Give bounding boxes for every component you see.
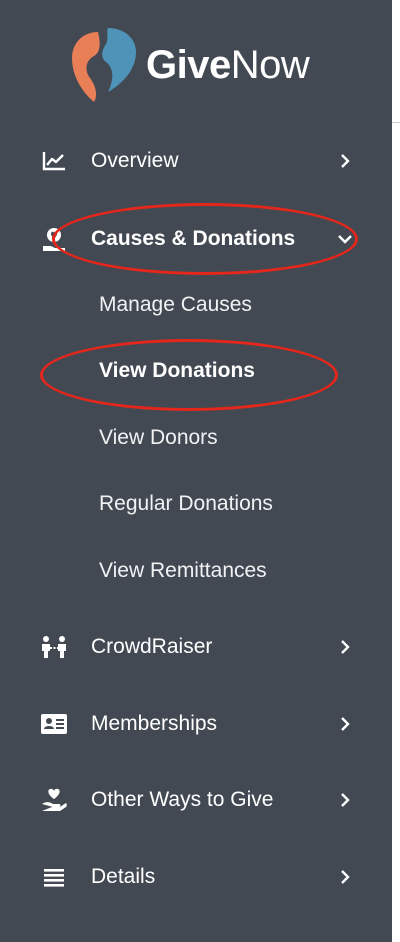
sub-label-manage-causes: Manage Causes [99, 293, 252, 316]
brand-name: GiveNow [146, 42, 310, 88]
list-icon [40, 863, 68, 891]
chevron-right-icon [338, 870, 352, 884]
nav-item-crowdraiser[interactable]: CrowdRaiser [0, 617, 392, 677]
header-divider [392, 122, 400, 123]
chevron-right-icon [338, 154, 352, 168]
id-card-icon [40, 710, 68, 738]
chevron-right-icon [338, 640, 352, 654]
nav-label-crowdraiser: CrowdRaiser [91, 635, 213, 658]
sidebar: GiveNow Overview Causes & Donations Mana… [0, 0, 393, 942]
nav-label-causes-donations: Causes & Donations [91, 227, 296, 250]
givenow-logo[interactable]: GiveNow [68, 26, 310, 104]
nav-item-details[interactable]: Details [0, 847, 392, 907]
sub-item-view-remittances[interactable]: View Remittances [0, 549, 392, 593]
content-edge [392, 0, 400, 942]
brand-give: Give [146, 42, 231, 87]
nav-label-overview: Overview [91, 149, 179, 172]
chevron-right-icon [338, 717, 352, 731]
sub-item-view-donors[interactable]: View Donors [0, 416, 392, 460]
sub-label-regular-donations: Regular Donations [99, 492, 273, 515]
heart-hand-icon [40, 225, 68, 253]
sub-item-manage-causes[interactable]: Manage Causes [0, 283, 392, 327]
chevron-right-icon [338, 793, 352, 807]
sub-label-view-donations: View Donations [99, 359, 255, 382]
nav-label-other-ways-to-give: Other Ways to Give [91, 788, 274, 811]
hand-heart-icon [40, 786, 68, 814]
nav-item-memberships[interactable]: Memberships [0, 694, 392, 754]
sub-item-view-donations[interactable]: View Donations [0, 349, 392, 393]
nav-item-other-ways-to-give[interactable]: Other Ways to Give [0, 770, 392, 830]
people-icon [40, 633, 68, 661]
nav-item-overview[interactable]: Overview [0, 131, 392, 191]
line-chart-icon [40, 147, 68, 175]
chevron-down-icon [338, 232, 352, 246]
sub-label-view-remittances: View Remittances [99, 559, 267, 582]
nav-label-memberships: Memberships [91, 712, 218, 735]
sub-label-view-donors: View Donors [99, 426, 218, 449]
nav-item-causes-donations[interactable]: Causes & Donations [0, 209, 392, 269]
brand-now: Now [230, 42, 310, 87]
sub-item-regular-donations[interactable]: Regular Donations [0, 482, 392, 526]
givenow-logo-icon [72, 28, 136, 102]
nav-label-details: Details [91, 865, 156, 888]
